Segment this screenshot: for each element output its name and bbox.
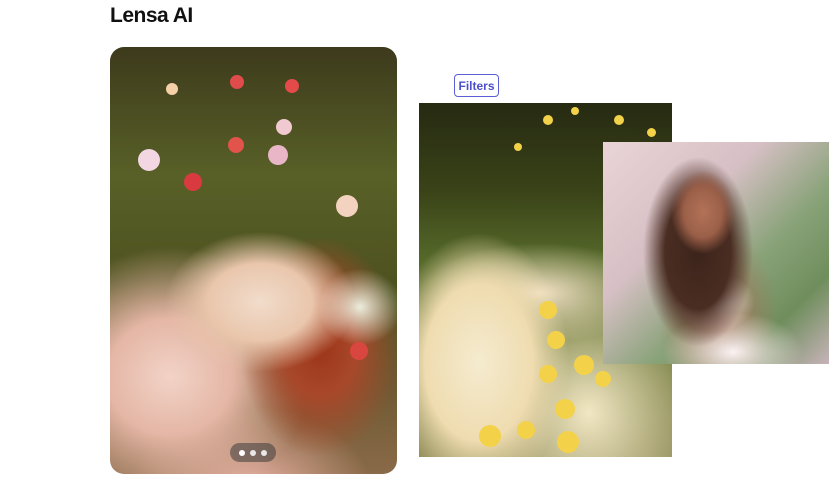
- hero-photo-card[interactable]: [110, 47, 397, 474]
- lemon-decoration: [647, 128, 656, 137]
- lemon-decoration: [614, 115, 624, 125]
- carousel-indicator[interactable]: [230, 443, 276, 462]
- lemon-decoration: [557, 431, 579, 453]
- dot-icon[interactable]: [250, 449, 256, 456]
- lemon-decoration: [479, 425, 501, 447]
- flower-decoration: [230, 75, 244, 89]
- lemon-decoration: [595, 371, 611, 387]
- flower-decoration: [350, 342, 368, 360]
- flower-decoration: [336, 195, 358, 217]
- flower-decoration: [276, 119, 292, 135]
- portrait-photo[interactable]: [603, 142, 829, 364]
- flower-decoration: [228, 137, 244, 153]
- lemon-decoration: [543, 115, 553, 125]
- dot-icon[interactable]: [261, 449, 267, 456]
- lemon-decoration: [539, 365, 557, 383]
- flower-decoration: [285, 79, 299, 93]
- flower-decoration: [184, 173, 202, 191]
- flower-decoration: [138, 149, 160, 171]
- lemon-decoration: [547, 331, 565, 349]
- lemon-decoration: [514, 143, 522, 151]
- lemon-decoration: [539, 301, 557, 319]
- filters-button[interactable]: Filters: [454, 74, 499, 97]
- lemon-decoration: [571, 107, 579, 115]
- lemon-decoration: [574, 355, 594, 375]
- flower-decoration: [268, 145, 288, 165]
- app-title: Lensa AI: [110, 4, 193, 27]
- dot-icon[interactable]: [239, 449, 245, 456]
- lemon-decoration: [517, 421, 535, 439]
- flower-decoration: [166, 83, 178, 95]
- lemon-decoration: [555, 399, 575, 419]
